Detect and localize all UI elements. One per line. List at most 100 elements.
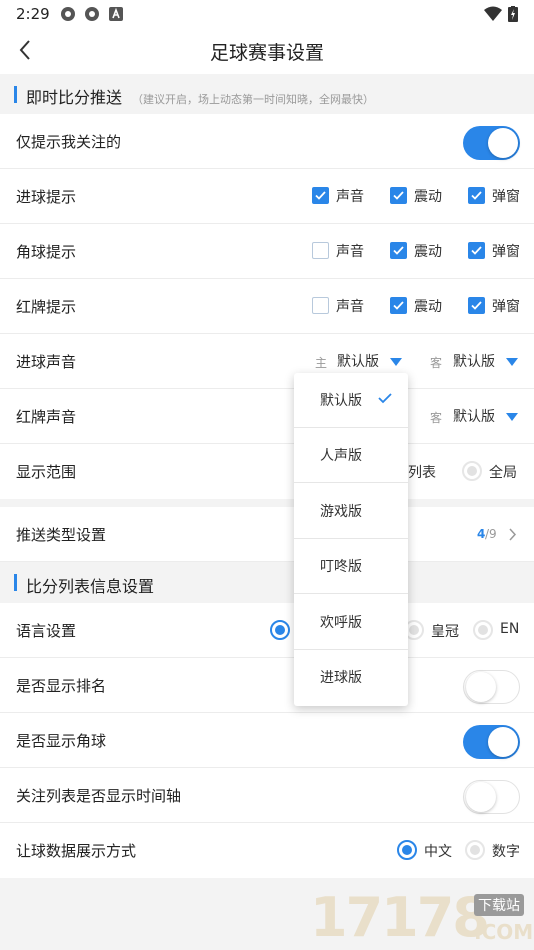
app-notification-icon [61,7,75,21]
chevron-down-icon[interactable] [506,358,518,366]
row-goal-sound: 进球声音 主 默认版 客 默认版 [0,334,534,389]
section-header-live: 即时比分推送 （建议开启，场上动态第一时间知晓，全网最快） [0,74,534,114]
row-corner-alert: 角球提示 声音 震动 弹窗 [0,224,534,279]
dropdown-item[interactable]: 欢呼版 [294,595,408,650]
row-red-sound: 红牌声音 客 默认版 [0,389,534,444]
section-hint: （建议开启，场上动态第一时间知晓，全网最快） [132,93,375,106]
checkbox-label: 声音 [336,189,364,205]
row-label: 角球提示 [16,243,77,261]
section-accent-bar [14,86,17,103]
a-notification-icon [109,7,123,21]
toggle-knob [488,727,518,757]
show-rank-toggle[interactable] [463,670,520,704]
corner-popup-checkbox[interactable] [468,242,485,259]
watermark-domain: .COM [474,920,534,944]
language-en-radio[interactable] [473,620,493,640]
range-all-label: 全局 [489,465,517,481]
red-sound-checkbox[interactable] [312,297,329,314]
range-all-radio[interactable] [462,461,482,481]
checkbox-label: 震动 [414,189,442,205]
toggle-knob [488,128,518,158]
row-label: 显示范围 [16,463,77,481]
away-prefix: 客 [430,356,443,370]
watermark-main-text: 17178 [310,886,490,949]
checkbox-label: 声音 [336,244,364,260]
follow-only-toggle[interactable] [463,126,520,160]
status-bar: 2:29 [0,0,534,28]
language-crown-label: 皇冠 [431,624,459,640]
section-title: 即时比分推送 （建议开启，场上动态第一时间知晓，全网最快） [26,88,375,107]
row-label: 进球提示 [16,188,77,206]
row-label: 仅提示我关注的 [16,133,122,151]
checkbox-label: 震动 [414,244,442,260]
section-header-list: 比分列表信息设置 [0,562,534,603]
handicap-cn-label: 中文 [424,844,452,860]
row-language: 语言设置 皇冠 EN [0,603,534,658]
away-red-sound-select[interactable]: 默认版 [453,406,495,426]
show-corner-toggle[interactable] [463,725,520,759]
handicap-cn-radio[interactable] [397,840,417,860]
chevron-right-icon [509,528,517,541]
push-type-count-total: /9 [485,527,497,541]
row-label: 是否显示排名 [16,677,107,695]
row-label: 进球声音 [16,353,77,371]
handicap-num-label: 数字 [492,844,520,860]
red-vibrate-checkbox[interactable] [390,297,407,314]
chevron-down-icon[interactable] [506,413,518,421]
goal-vibrate-checkbox[interactable] [390,187,407,204]
home-sound-select[interactable]: 默认版 [337,351,379,371]
goal-sound-checkbox[interactable] [312,187,329,204]
dropdown-item[interactable]: 进球版 [294,650,408,705]
range-option-list-label[interactable]: 列表 [408,462,436,482]
toggle-knob [466,782,496,812]
dropdown-item[interactable]: 叮咚版 [294,539,408,594]
row-label: 红牌提示 [16,298,77,316]
wifi-icon [484,6,502,21]
checkbox-label: 弹窗 [492,244,520,260]
row-label: 让球数据展示方式 [16,842,137,860]
checkbox-label: 弹窗 [492,189,520,205]
row-label: 语言设置 [16,622,77,640]
watermark-logo: 17178 下载站 .COM [310,886,534,950]
timeline-toggle[interactable] [463,780,520,814]
app-bar: 足球赛事设置 [0,28,534,74]
page-title: 足球赛事设置 [209,42,324,64]
away-sound-select[interactable]: 默认版 [453,351,495,371]
dropdown-item[interactable]: 默认版 [294,373,408,428]
checkbox-label: 声音 [336,299,364,315]
corner-vibrate-checkbox[interactable] [390,242,407,259]
row-goal-alert: 进球提示 声音 震动 弹窗 [0,169,534,224]
red-popup-checkbox[interactable] [468,297,485,314]
checkbox-label: 弹窗 [492,299,520,315]
toggle-knob [466,672,496,702]
row-label: 推送类型设置 [16,526,107,544]
goal-popup-checkbox[interactable] [468,187,485,204]
battery-icon [508,6,518,22]
row-red-alert: 红牌提示 声音 震动 弹窗 [0,279,534,334]
status-time: 2:29 [16,5,50,23]
away-prefix: 客 [430,411,443,425]
row-follow-only: 仅提示我关注的 [0,114,534,169]
row-handicap: 让球数据展示方式 中文 数字 [0,823,534,878]
row-display-range: 显示范围 列表 全局 [0,444,534,499]
row-show-rank: 是否显示排名 [0,658,534,713]
row-label: 是否显示角球 [16,732,107,750]
home-prefix: 主 [315,356,328,370]
watermark-badge: 下载站 [474,894,524,916]
dropdown-item[interactable]: 游戏版 [294,484,408,539]
language-radio-selected[interactable] [270,620,290,640]
check-icon [378,393,392,404]
app-notification-icon [85,7,99,21]
section-accent-bar [14,574,17,591]
row-show-corner: 是否显示角球 [0,713,534,768]
row-push-type[interactable]: 推送类型设置 4 /9 [0,507,534,562]
dropdown-item[interactable]: 人声版 [294,428,408,483]
corner-sound-checkbox[interactable] [312,242,329,259]
row-label: 红牌声音 [16,408,77,426]
handicap-num-radio[interactable] [465,840,485,860]
section-title: 比分列表信息设置 [26,577,155,596]
row-label: 关注列表是否显示时间轴 [16,787,182,805]
row-timeline: 关注列表是否显示时间轴 [0,768,534,823]
sound-dropdown-menu: 默认版 人声版 游戏版 叮咚版 欢呼版 进球版 [294,373,408,706]
chevron-down-icon[interactable] [390,358,402,366]
